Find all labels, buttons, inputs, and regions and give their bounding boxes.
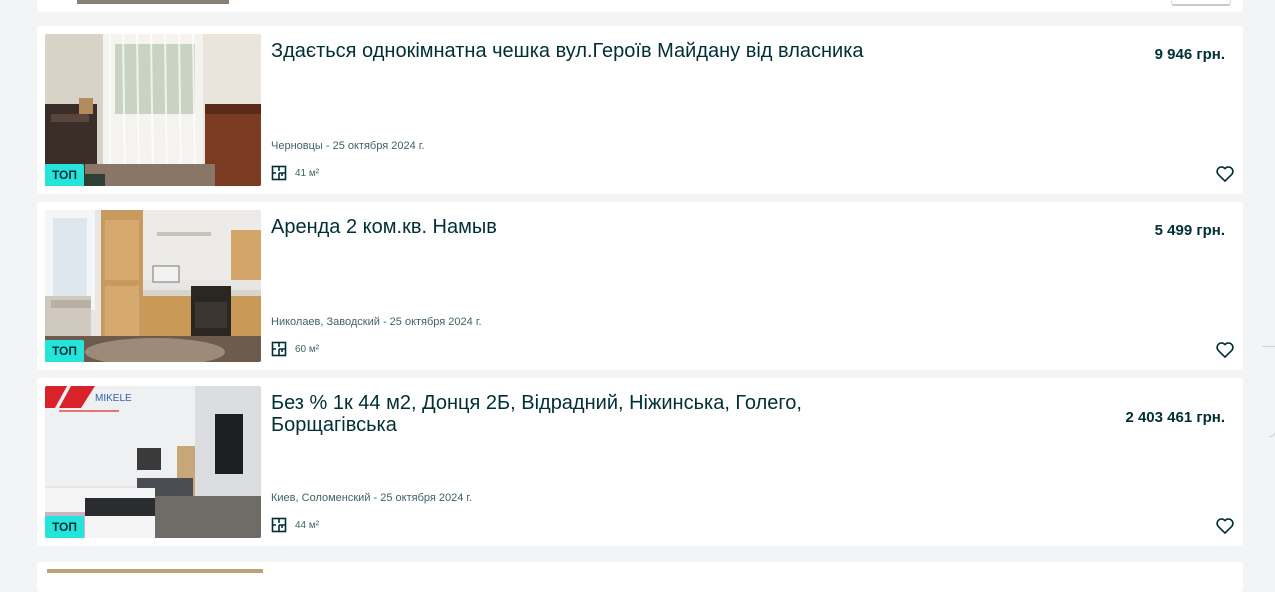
- photo-logo-text: MIKELE: [95, 393, 132, 404]
- listing-title[interactable]: Аренда 2 ком.кв. Намыв: [271, 216, 871, 238]
- listing-area: 41 м²: [271, 165, 319, 181]
- side-panel-divider: [1262, 346, 1275, 347]
- listing-price: 5 499 грн.: [1154, 222, 1225, 239]
- listing-area-value: 60 м²: [295, 343, 320, 355]
- heart-outline-icon[interactable]: [1215, 340, 1235, 360]
- listing-photo-partial: [47, 569, 263, 573]
- listing-area-value: 41 м²: [295, 167, 320, 179]
- listing-price: 2 403 461 грн.: [1125, 409, 1225, 426]
- listing-card[interactable]: MIKELE ТОП Без % 1к 44 м2, Донця 2Б, Від…: [37, 378, 1243, 546]
- listing-location-date: Киев, Соломенский - 25 октября 2024 г.: [271, 492, 473, 504]
- listing-location-date: Николаев, Заводский - 25 октября 2024 г.: [271, 316, 482, 328]
- listing-card-partial-below[interactable]: [37, 562, 1243, 592]
- listing-photo-partial: [77, 0, 229, 4]
- button-partial[interactable]: [1171, 0, 1231, 6]
- listing-area: 60 м²: [271, 341, 319, 357]
- listing-title[interactable]: Здається однокімнатна чешка вул.Героїв М…: [271, 40, 871, 62]
- top-badge: ТОП: [45, 516, 84, 538]
- top-badge: ТОП: [45, 340, 84, 362]
- listing-area: 44 м²: [271, 517, 319, 533]
- heart-outline-icon[interactable]: [1215, 516, 1235, 536]
- listing-title[interactable]: Без % 1к 44 м2, Донця 2Б, Відрадний, Ніж…: [271, 392, 871, 436]
- heart-outline-icon[interactable]: [1215, 164, 1235, 184]
- listing-location-date: Черновцы - 25 октября 2024 г.: [271, 140, 425, 152]
- side-panel-edge: [1269, 0, 1275, 437]
- listing-card[interactable]: ТОП Аренда 2 ком.кв. Намыв 5 499 грн. Ни…: [37, 202, 1243, 370]
- listing-area-value: 44 м²: [295, 519, 320, 531]
- listing-card[interactable]: ТОП Здається однокімнатна чешка вул.Геро…: [37, 26, 1243, 194]
- listing-card-partial-above[interactable]: [37, 0, 1243, 12]
- floor-plan-icon: [271, 165, 287, 181]
- floor-plan-icon: [271, 517, 287, 533]
- top-badge: ТОП: [45, 164, 84, 186]
- floor-plan-icon: [271, 341, 287, 357]
- listing-price: 9 946 грн.: [1154, 46, 1225, 63]
